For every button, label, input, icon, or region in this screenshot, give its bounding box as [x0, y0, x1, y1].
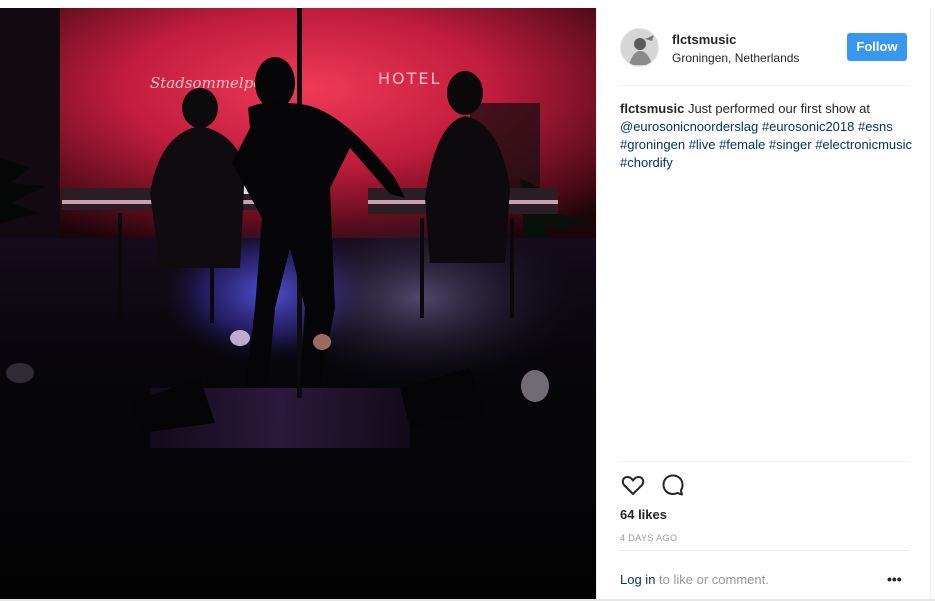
header-divider: [620, 85, 908, 86]
username[interactable]: flctsmusic: [672, 32, 736, 47]
location[interactable]: Groningen, Netherlands: [672, 51, 799, 65]
neon-hotel-text: HOTEL: [378, 69, 441, 88]
caption-hashtag[interactable]: #groningen: [620, 137, 685, 152]
caption-author[interactable]: flctsmusic: [620, 101, 684, 116]
follow-button[interactable]: Follow: [847, 33, 907, 61]
caption-hashtag[interactable]: #esns: [858, 119, 893, 134]
caption-hashtag[interactable]: #chordify: [620, 155, 673, 170]
caption-hashtag[interactable]: #female: [719, 137, 765, 152]
caption-hashtag[interactable]: #singer: [769, 137, 812, 152]
actions-divider: [620, 461, 908, 462]
caption-text: Just performed our first show at: [687, 101, 871, 116]
caption-hashtag[interactable]: #eurosonic2018: [762, 119, 855, 134]
heart-outline-icon[interactable]: [620, 472, 646, 498]
caption-hashtag[interactable]: #live: [689, 137, 716, 152]
avatar-image: [621, 29, 658, 66]
post-timestamp[interactable]: 4 DAYS AGO: [620, 533, 677, 543]
instagram-post-embed: Stadsommelpe HOTEL flctsmusic Groningen,…: [0, 0, 935, 601]
login-prompt-text: to like or comment.: [659, 572, 769, 587]
avatar[interactable]: [620, 28, 659, 67]
caption-mention[interactable]: @eurosonicnoorderslag: [620, 119, 758, 134]
post-sidebar: flctsmusic Groningen, Netherlands Follow…: [596, 8, 931, 601]
post-caption: flctsmusic Just performed our first show…: [620, 100, 915, 172]
more-options-icon[interactable]: •••: [887, 571, 902, 587]
like-count[interactable]: 64 likes: [620, 507, 667, 522]
login-link[interactable]: Log in: [620, 572, 655, 587]
footer-divider: [620, 550, 908, 551]
comment-bubble-icon[interactable]: [660, 472, 686, 498]
caption-hashtag[interactable]: #electronicmusic: [815, 137, 912, 152]
post-photo[interactable]: Stadsommelpe HOTEL: [0, 8, 596, 601]
login-prompt: Log in to like or comment.: [620, 572, 769, 587]
concert-photo: Stadsommelpe HOTEL: [0, 8, 596, 601]
